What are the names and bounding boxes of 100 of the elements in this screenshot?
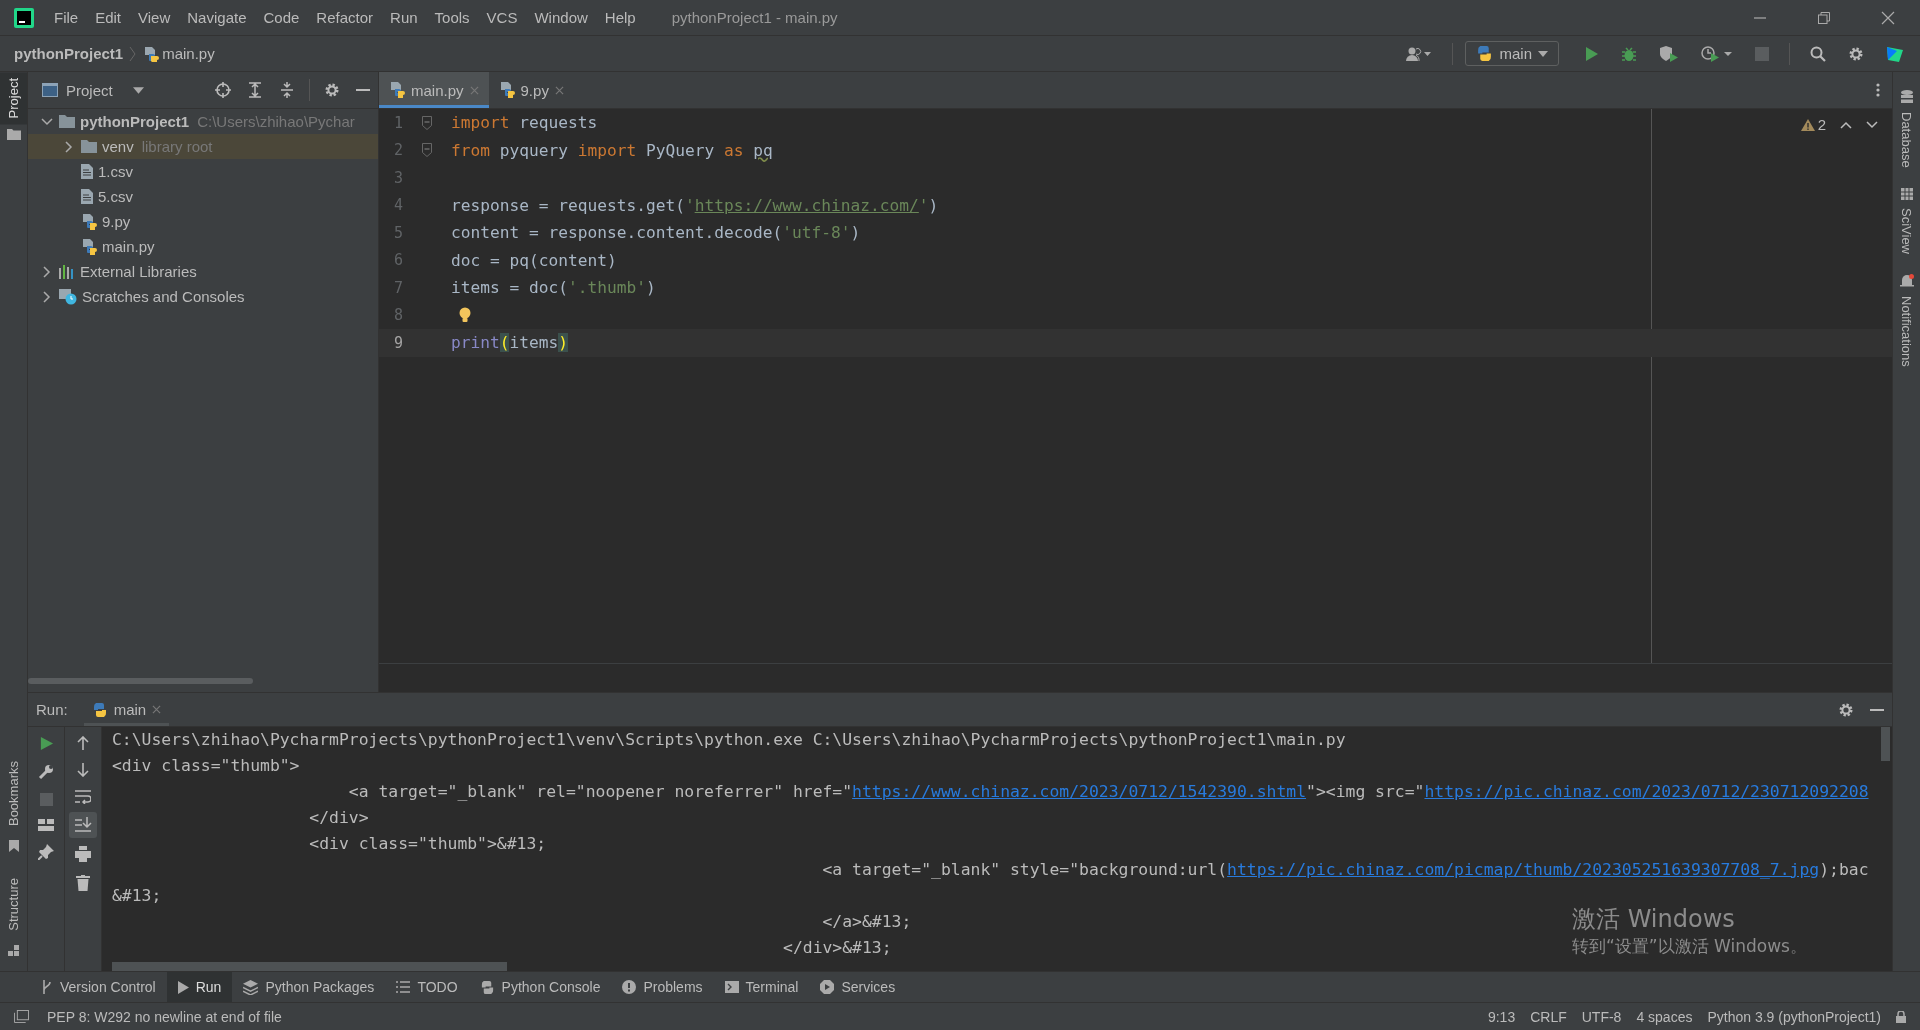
shield-run-icon[interactable]	[1659, 45, 1679, 62]
search-icon[interactable]	[1810, 45, 1826, 62]
chevron-down-icon[interactable]	[41, 117, 53, 126]
print-icon[interactable]	[75, 846, 91, 862]
tree-item[interactable]: venv library root	[28, 134, 378, 159]
run-icon[interactable]	[38, 736, 54, 751]
tree-item[interactable]: 1.csv	[28, 159, 378, 184]
scrollbar-thumb[interactable]	[1881, 727, 1890, 761]
status-item[interactable]: Python 3.9 (pythonProject1)	[1707, 1008, 1881, 1025]
user-icon[interactable]	[1406, 45, 1433, 62]
folder-icon[interactable]	[6, 128, 21, 141]
menu-item[interactable]: Tools	[434, 9, 470, 26]
editor-tab[interactable]: main.py	[379, 72, 489, 108]
chevron-right-icon[interactable]	[43, 265, 51, 278]
status-item[interactable]: 4 spaces	[1636, 1008, 1693, 1025]
tool-window-button[interactable]: TODO	[385, 972, 469, 1002]
menu-item[interactable]: View	[138, 9, 171, 26]
menu-item[interactable]: VCS	[486, 9, 518, 26]
hide-icon[interactable]	[356, 88, 370, 92]
breadcrumb[interactable]: main.py	[143, 45, 215, 62]
menu-item[interactable]: Edit	[95, 9, 122, 26]
arrow-down-icon[interactable]	[77, 763, 89, 777]
pin-icon[interactable]	[38, 844, 54, 860]
settings-icon[interactable]	[324, 82, 340, 98]
wrench-icon[interactable]	[38, 764, 54, 780]
tool-window-button[interactable]: Terminal	[713, 972, 810, 1002]
locate-icon[interactable]	[215, 82, 231, 98]
status-item[interactable]: CRLF	[1530, 1008, 1567, 1025]
chevron-down-icon[interactable]	[1866, 120, 1878, 129]
arrow-up-icon[interactable]	[77, 736, 89, 750]
menu-item[interactable]: Window	[534, 9, 588, 26]
panel-toggle-icon[interactable]	[14, 1010, 29, 1023]
bug-icon[interactable]	[1621, 45, 1637, 62]
lock-icon[interactable]	[1896, 1010, 1906, 1023]
fold-icon[interactable]	[422, 115, 432, 130]
settings-icon[interactable]	[1848, 45, 1864, 62]
tool-window-tab[interactable]: Database	[1899, 112, 1914, 168]
clock-run-icon[interactable]	[1701, 45, 1733, 62]
warning-count[interactable]: 2	[1800, 116, 1826, 133]
grid-icon[interactable]	[1900, 187, 1913, 200]
tool-window-button[interactable]: Run	[166, 972, 233, 1002]
menu-item[interactable]: Navigate	[187, 9, 247, 26]
trash-icon[interactable]	[76, 875, 90, 891]
status-item[interactable]: UTF-8	[1581, 1008, 1622, 1025]
status-item[interactable]: 9:13	[1487, 1008, 1516, 1025]
tool-window-button[interactable]: Version Control	[30, 972, 167, 1002]
console-line: <div class="thumb">&#13;	[308, 833, 547, 855]
editor-tab[interactable]: 9.py	[488, 72, 574, 108]
fold-icon[interactable]	[422, 143, 432, 158]
menu-item[interactable]: Refactor	[316, 9, 374, 26]
lightbulb-icon[interactable]	[459, 307, 471, 324]
tree-item[interactable]: Scratches and Consoles	[28, 284, 378, 309]
more-icon[interactable]	[1876, 83, 1880, 97]
menu-item[interactable]: Help	[604, 9, 636, 26]
restore-icon[interactable]	[1817, 10, 1831, 25]
chevron-up-icon[interactable]	[1840, 120, 1852, 129]
expand-all-icon[interactable]	[247, 82, 263, 98]
scrollbar-thumb[interactable]	[112, 962, 507, 971]
tool-window-button[interactable]: Problems	[611, 972, 714, 1002]
branch-icon	[41, 980, 53, 994]
bell-icon[interactable]	[1899, 273, 1914, 288]
close-icon[interactable]	[554, 85, 564, 95]
run-config-dropdown[interactable]: main	[1465, 41, 1559, 66]
collapse-all-icon[interactable]	[279, 82, 295, 98]
layout-icon[interactable]	[38, 819, 54, 831]
python-file-icon	[389, 82, 405, 98]
project-view-dropdown[interactable]: Project	[64, 79, 146, 101]
close-icon[interactable]	[1881, 10, 1895, 25]
tool-window-button[interactable]: Python Packages	[232, 972, 386, 1002]
tree-item[interactable]: main.py	[28, 234, 378, 259]
structure-icon[interactable]	[7, 945, 20, 957]
tool-window-tab[interactable]: Bookmarks	[6, 755, 21, 833]
tool-window-tab[interactable]: SciView	[1899, 207, 1914, 254]
tree-item[interactable]: External Libraries	[28, 259, 378, 284]
tool-window-tab[interactable]: Notifications	[1899, 295, 1914, 367]
tool-window-tab[interactable]: Project	[0, 72, 27, 125]
scroll-to-end-icon[interactable]	[69, 812, 97, 838]
line-number: 7	[392, 278, 403, 297]
tree-item[interactable]: 9.py	[28, 209, 378, 234]
chevron-right-icon[interactable]	[65, 140, 73, 153]
scrollbar-thumb[interactable]	[28, 678, 253, 684]
app-logo-icon[interactable]	[1886, 44, 1904, 63]
wrap-icon[interactable]	[75, 790, 91, 804]
tree-item[interactable]: pythonProject1 C:\Users\zhihao\Pychar	[28, 109, 378, 134]
settings-icon[interactable]	[1838, 701, 1854, 718]
tree-item[interactable]: 5.csv	[28, 184, 378, 209]
tool-window-button[interactable]: Services	[809, 972, 907, 1002]
run-icon[interactable]	[1583, 45, 1599, 62]
menu-item[interactable]: Run	[390, 9, 418, 26]
tool-window-button[interactable]: Python Console	[468, 972, 612, 1002]
python-file-icon	[498, 82, 515, 98]
run-tab[interactable]: main	[83, 693, 170, 726]
bookmark-icon[interactable]	[8, 840, 19, 853]
database-icon[interactable]	[1900, 90, 1913, 104]
close-icon[interactable]	[152, 705, 162, 714]
menu-item[interactable]: Code	[263, 9, 300, 26]
tool-window-tab[interactable]: Structure	[6, 872, 21, 937]
chevron-right-icon[interactable]	[43, 290, 51, 303]
breadcrumb[interactable]: pythonProject1	[14, 45, 124, 62]
menu-item[interactable]: File	[54, 9, 79, 26]
